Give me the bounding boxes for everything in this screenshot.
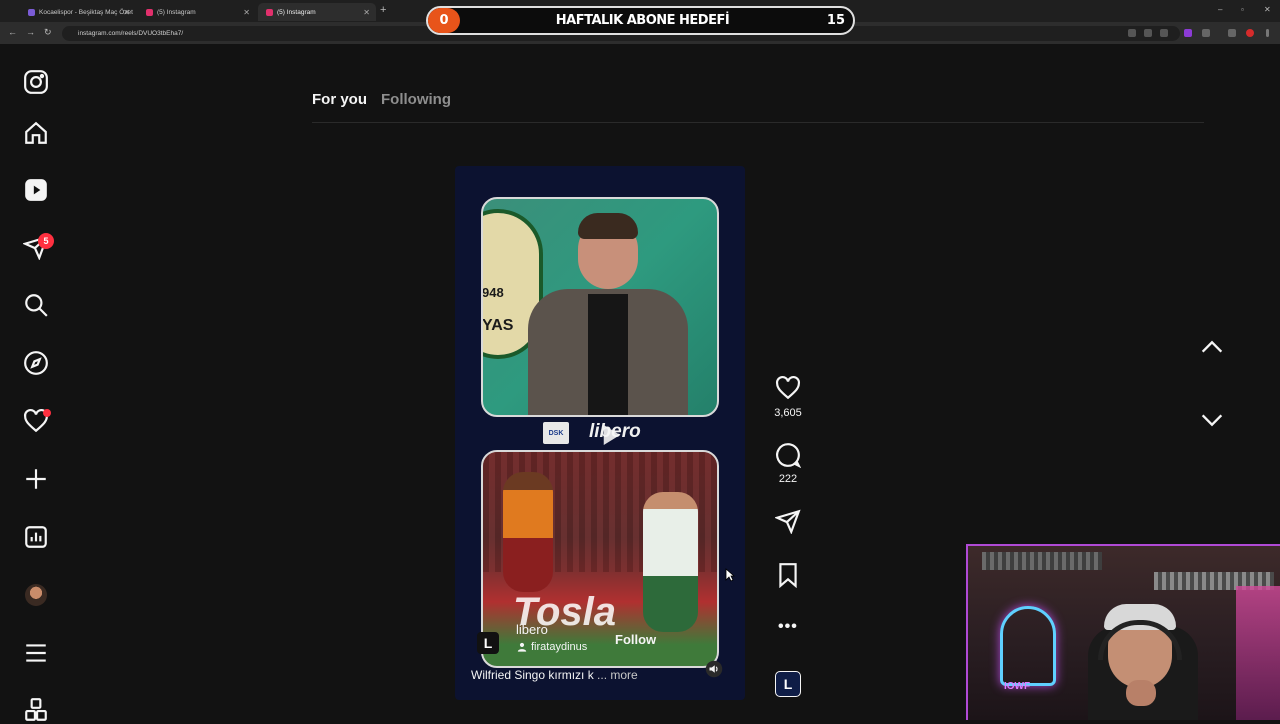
close-window-icon[interactable]: ✕ <box>1264 5 1271 14</box>
chevron-up-icon[interactable] <box>1198 333 1226 361</box>
extension-icon[interactable] <box>1184 29 1192 37</box>
dashboard-icon[interactable] <box>22 523 50 551</box>
player-red-kit <box>503 472 553 592</box>
account-name[interactable]: libero <box>516 622 548 637</box>
goal-target: 15 <box>826 13 845 28</box>
zoom-icon[interactable] <box>1128 29 1136 37</box>
reload-icon[interactable]: ↻ <box>44 27 52 38</box>
messages-badge: 5 <box>38 233 54 249</box>
webcam-overlay: IOWF <box>966 544 1280 720</box>
user-icon <box>517 642 527 652</box>
maximize-icon[interactable]: ▫ <box>1241 5 1244 14</box>
forward-icon[interactable]: → <box>26 27 35 37</box>
caption-more-link[interactable]: ... more <box>597 668 638 682</box>
minimize-icon[interactable]: – <box>1218 5 1222 14</box>
goal-title: HAFTALIK ABONE HEDEFİ <box>555 13 730 28</box>
tab-for-you[interactable]: For you <box>312 91 367 108</box>
audio-thumbnail[interactable]: L <box>775 671 801 697</box>
tab-favicon-icon <box>146 8 153 16</box>
tab-close-icon[interactable]: ✕ <box>243 8 250 17</box>
back-icon[interactable]: ← <box>8 27 17 37</box>
install-icon[interactable] <box>1144 29 1152 37</box>
streamer-hand <box>1126 680 1156 706</box>
mouse-cursor <box>725 568 735 582</box>
tab-following[interactable]: Following <box>381 91 451 108</box>
neon-sign-text: IOWF <box>1004 681 1031 692</box>
browser-tab-3[interactable]: (5) Instagram ✕ <box>258 3 376 21</box>
profile-icon[interactable] <box>1246 29 1254 37</box>
broadcaster-logo: DSK <box>543 422 569 444</box>
extensions-puzzle-icon[interactable] <box>1202 29 1210 37</box>
tab-title: (5) Instagram <box>157 8 196 16</box>
like-icon[interactable] <box>775 375 801 401</box>
follow-button[interactable]: Follow <box>615 632 656 647</box>
club-logo-text: YAS <box>482 317 514 334</box>
video-frame-interview: 948 YAS <box>481 197 719 417</box>
chevron-down-icon[interactable] <box>1198 406 1226 434</box>
create-icon[interactable] <box>22 465 50 493</box>
pink-light <box>1236 586 1280 720</box>
browser-tab-1[interactable]: Kocaelispor - Beşiktaş Maç Özet ✕ <box>20 3 136 21</box>
presenter-hair <box>578 213 638 239</box>
sound-icon[interactable] <box>705 660 723 678</box>
neon-sign <box>1000 606 1056 686</box>
tab-title: Kocaelispor - Beşiktaş Maç Özet <box>39 8 133 16</box>
tabs-divider <box>312 122 1204 123</box>
bookmark-star-icon[interactable] <box>1160 29 1168 37</box>
comments-count: 222 <box>778 473 798 485</box>
new-tab-button[interactable]: + <box>380 4 386 16</box>
reels-icon[interactable] <box>22 176 50 204</box>
explore-icon[interactable] <box>22 349 50 377</box>
tab-close-icon[interactable]: ✕ <box>363 8 370 17</box>
url-text: instagram.com/reels/DVUO3tbEha7/ <box>78 30 184 37</box>
menu-icon[interactable] <box>1266 29 1269 37</box>
presenter-shirt <box>588 294 628 415</box>
play-icon[interactable] <box>595 420 625 450</box>
likes-count: 3,605 <box>774 407 802 419</box>
home-icon[interactable] <box>22 119 50 147</box>
browser-tab-2[interactable]: (5) Instagram ✕ <box>138 3 256 21</box>
subscriber-goal-overlay: 0 HAFTALIK ABONE HEDEFİ 15 <box>426 6 855 35</box>
more-menu-icon[interactable] <box>22 639 50 667</box>
tab-favicon-icon <box>266 8 273 16</box>
account-avatar[interactable]: L <box>477 632 499 654</box>
tab-favicon-icon <box>28 8 35 16</box>
save-icon[interactable] <box>775 562 801 588</box>
notification-dot <box>43 409 51 417</box>
profile-avatar[interactable] <box>25 584 47 606</box>
instagram-logo-icon[interactable] <box>22 68 50 96</box>
share-icon[interactable] <box>775 508 801 534</box>
reel-caption: Wilfried Singo kırmızı k ... more <box>471 668 638 682</box>
tab-close-icon[interactable]: ✕ <box>123 8 130 17</box>
caption-text: Wilfried Singo kırmızı k <box>471 668 594 682</box>
search-icon[interactable] <box>22 291 50 319</box>
more-options-icon[interactable]: ••• <box>778 618 798 636</box>
reel-video[interactable]: 948 YAS DSK libero Tosla L libero firata… <box>455 166 745 700</box>
downloads-icon[interactable] <box>1228 29 1236 37</box>
reposted-by-username[interactable]: firataydinus <box>531 641 587 653</box>
bookshelf <box>982 552 1102 570</box>
club-logo-year: 948 <box>482 285 504 300</box>
comment-icon[interactable] <box>775 442 801 468</box>
player-white-kit <box>643 492 698 632</box>
tab-title: (5) Instagram <box>277 8 316 16</box>
